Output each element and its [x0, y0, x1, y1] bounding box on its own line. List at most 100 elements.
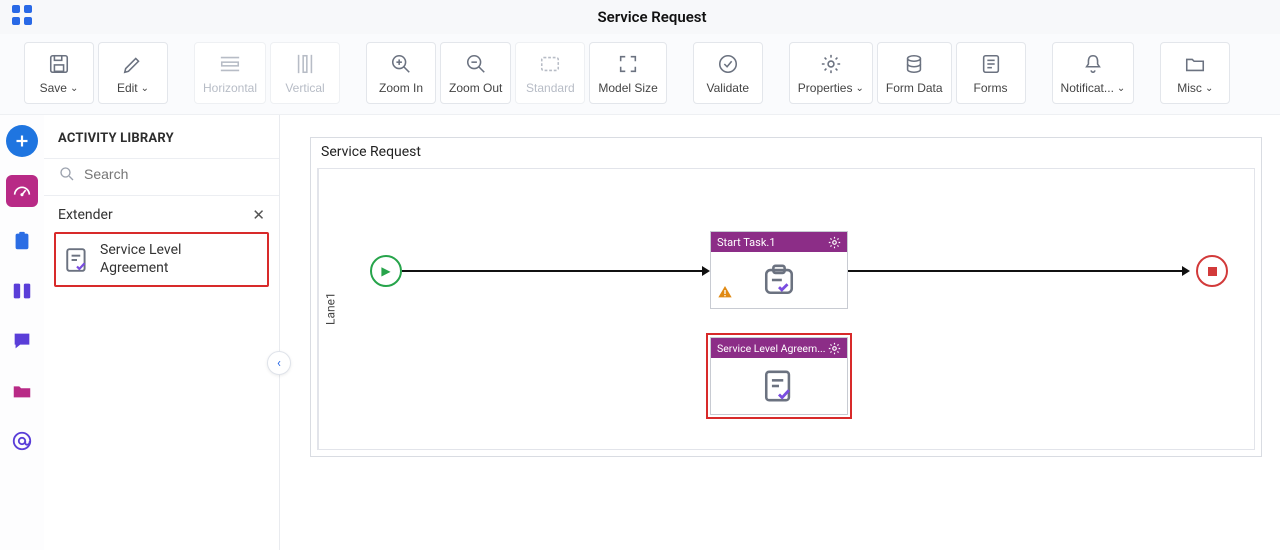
search-row: [44, 158, 279, 196]
align-horizontal-icon: [219, 53, 241, 75]
app-logo-icon[interactable]: [10, 3, 34, 31]
rail-folder-button[interactable]: [6, 375, 38, 407]
save-icon: [48, 53, 70, 75]
form-icon: [980, 53, 1002, 75]
lane-label: Lane1: [318, 169, 342, 449]
category-label: Extender: [58, 207, 113, 223]
zoom-standard-button[interactable]: Standard: [515, 42, 585, 104]
search-input[interactable]: [84, 166, 265, 182]
zoom-out-icon: [465, 53, 487, 75]
rail-columns-button[interactable]: [6, 275, 38, 307]
rail-clipboard-button[interactable]: [6, 225, 38, 257]
activity-library-panel: ACTIVITY LIBRARY Extender ✕ Service Leve…: [44, 115, 280, 550]
flow-edge: [402, 270, 704, 272]
fit-standard-icon: [539, 53, 561, 75]
validate-button[interactable]: Validate: [693, 42, 763, 104]
chevron-down-icon: ⌄: [855, 83, 863, 94]
chat-icon: [11, 330, 33, 352]
model-size-label: Model Size: [598, 81, 657, 95]
collapse-panel-button[interactable]: ‹: [267, 351, 291, 375]
gear-icon[interactable]: [828, 236, 841, 249]
chevron-left-icon: ‹: [277, 356, 281, 371]
zoom-in-icon: [390, 53, 412, 75]
task-node-sla[interactable]: Service Level Agreem...: [710, 337, 848, 415]
chevron-down-icon: ⌄: [70, 83, 78, 94]
at-icon: [11, 430, 33, 452]
canvas-title: Service Request: [321, 144, 421, 160]
notifications-label: Notificat...: [1061, 81, 1114, 95]
zoom-in-label: Zoom In: [379, 81, 423, 95]
task-body: [711, 252, 847, 308]
gear-icon[interactable]: [828, 342, 841, 355]
task-head: Service Level Agreem...: [711, 338, 847, 358]
arrow-icon: [1182, 266, 1190, 276]
document-check-icon: [762, 369, 796, 403]
save-label: Save: [40, 81, 67, 95]
form-data-button[interactable]: Form Data: [877, 42, 952, 104]
chevron-down-icon: ⌄: [141, 83, 149, 94]
zoom-out-button[interactable]: Zoom Out: [440, 42, 511, 104]
arrow-icon: [702, 266, 710, 276]
misc-label: Misc: [1177, 81, 1202, 95]
task-head: Start Task.1: [711, 232, 847, 252]
page-title: Service Request: [34, 8, 1270, 26]
zoom-model-size-button[interactable]: Model Size: [589, 42, 666, 104]
task-node-start-task[interactable]: Start Task.1: [710, 231, 848, 309]
flow-edge: [848, 270, 1184, 272]
panel-title: ACTIVITY LIBRARY: [44, 115, 279, 158]
edit-label: Edit: [117, 81, 138, 95]
zoom-in-button[interactable]: Zoom In: [366, 42, 436, 104]
save-button[interactable]: Save⌄: [24, 42, 94, 104]
align-vertical-icon: [294, 53, 316, 75]
warning-icon: [717, 284, 733, 304]
toolbar: Save⌄ Edit⌄ Horizontal Vertical Zoom In …: [0, 34, 1280, 115]
rail-mentions-button[interactable]: [6, 425, 38, 457]
task-title: Start Task.1: [717, 236, 776, 249]
forms-button[interactable]: Forms: [956, 42, 1026, 104]
form-data-label: Form Data: [886, 81, 943, 95]
end-node[interactable]: [1196, 255, 1228, 287]
rail-dashboard-button[interactable]: [6, 175, 38, 207]
chevron-down-icon: ⌄: [1117, 83, 1125, 94]
notifications-button[interactable]: Notificat...⌄: [1052, 42, 1135, 104]
edit-icon: [122, 53, 144, 75]
zoom-out-label: Zoom Out: [449, 81, 502, 95]
task-title: Service Level Agreem...: [717, 342, 826, 355]
bell-icon: [1082, 53, 1104, 75]
database-icon: [903, 53, 925, 75]
horizontal-label: Horizontal: [203, 81, 257, 95]
app-header: Service Request: [0, 0, 1280, 34]
folder-fill-icon: [11, 380, 33, 402]
library-item-sla[interactable]: Service Level Agreement: [54, 232, 269, 287]
left-rail: [0, 115, 44, 550]
properties-label: Properties: [798, 81, 853, 95]
misc-button[interactable]: Misc⌄: [1160, 42, 1230, 104]
chevron-down-icon: ⌄: [1205, 83, 1213, 94]
gauge-icon: [11, 180, 33, 202]
rail-add-button[interactable]: [6, 125, 38, 157]
search-icon: [58, 165, 76, 183]
columns-icon: [11, 280, 33, 302]
play-icon: ▶: [381, 264, 390, 278]
process-canvas[interactable]: Service Request Lane1 ▶ Start Task.1: [310, 137, 1262, 457]
edit-button[interactable]: Edit⌄: [98, 42, 168, 104]
start-node[interactable]: ▶: [370, 255, 402, 287]
library-item-label: Service Level Agreement: [100, 242, 181, 277]
align-horizontal-button[interactable]: Horizontal: [194, 42, 266, 104]
category-row: Extender ✕: [44, 196, 279, 232]
rail-chat-button[interactable]: [6, 325, 38, 357]
stop-icon: [1208, 267, 1217, 276]
clear-category-button[interactable]: ✕: [252, 206, 265, 224]
clipboard-icon: [11, 230, 33, 252]
main: ACTIVITY LIBRARY Extender ✕ Service Leve…: [0, 115, 1280, 550]
document-check-icon: [64, 247, 90, 273]
task-icon: [762, 263, 796, 297]
folder-icon: [1184, 53, 1206, 75]
validate-icon: [717, 53, 739, 75]
validate-label: Validate: [707, 81, 749, 95]
properties-button[interactable]: Properties⌄: [789, 42, 873, 104]
gear-icon: [820, 53, 842, 75]
vertical-label: Vertical: [285, 81, 324, 95]
align-vertical-button[interactable]: Vertical: [270, 42, 340, 104]
task-body: [711, 358, 847, 414]
